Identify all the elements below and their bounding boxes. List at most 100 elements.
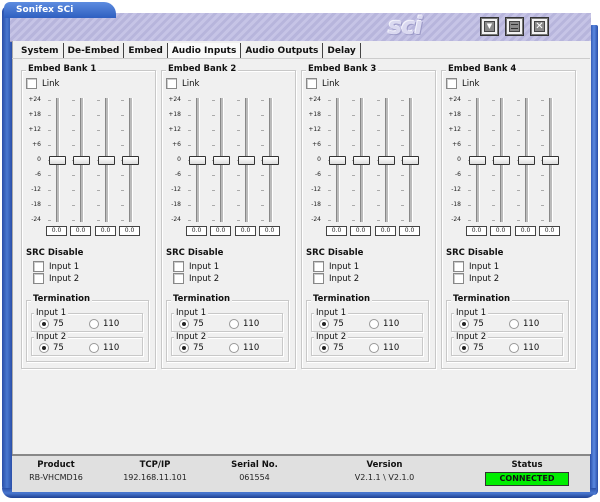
src-disable-input-1-checkbox[interactable]: Input 1: [173, 261, 219, 272]
fader-readout[interactable]: 0.0: [186, 226, 207, 236]
termination-2-radio-75[interactable]: 75: [39, 343, 64, 353]
fader-readout[interactable]: 0.0: [326, 226, 347, 236]
radio-selected-icon[interactable]: [39, 319, 49, 329]
src-disable-input-2-checkbox[interactable]: Input 2: [313, 273, 359, 284]
tab-system[interactable]: System: [17, 43, 64, 58]
fader-readout[interactable]: 0.0: [375, 226, 396, 236]
termination-1-radio-75[interactable]: 75: [39, 319, 64, 329]
checkbox-box[interactable]: [26, 78, 37, 89]
fader-thumb[interactable]: [213, 156, 230, 165]
termination-2-radio-75[interactable]: 75: [459, 343, 484, 353]
fader-readout[interactable]: 0.0: [235, 226, 256, 236]
fader-thumb[interactable]: [353, 156, 370, 165]
fader-readout[interactable]: 0.0: [399, 226, 420, 236]
fader-thumb[interactable]: [122, 156, 139, 165]
fader-readout[interactable]: 0.0: [95, 226, 116, 236]
fader-readout[interactable]: 0.0: [259, 226, 280, 236]
fader-thumb[interactable]: [402, 156, 419, 165]
fader-thumb[interactable]: [493, 156, 510, 165]
link-checkbox[interactable]: Link: [446, 78, 479, 89]
src-disable-input-1-checkbox[interactable]: Input 1: [33, 261, 79, 272]
fader-thumb[interactable]: [329, 156, 346, 165]
src-disable-input-2-checkbox[interactable]: Input 2: [173, 273, 219, 284]
fader-readout[interactable]: 0.0: [46, 226, 67, 236]
src-disable-input-2-checkbox[interactable]: Input 2: [453, 273, 499, 284]
fader-readout[interactable]: 0.0: [515, 226, 536, 236]
tab-audio-outputs[interactable]: Audio Outputs: [241, 43, 324, 58]
link-checkbox[interactable]: Link: [306, 78, 339, 89]
checkbox-box[interactable]: [33, 261, 44, 272]
fader-readout[interactable]: 0.0: [539, 226, 560, 236]
radio-unselected-icon[interactable]: [509, 319, 519, 329]
radio-selected-icon[interactable]: [459, 319, 469, 329]
fader-readout[interactable]: 0.0: [210, 226, 231, 236]
fader-thumb[interactable]: [469, 156, 486, 165]
fader-thumb[interactable]: [49, 156, 66, 165]
radio-selected-icon[interactable]: [319, 343, 329, 353]
fader-readout[interactable]: 0.0: [490, 226, 511, 236]
fader-thumb[interactable]: [542, 156, 559, 165]
fader-thumb[interactable]: [189, 156, 206, 165]
src-disable-input-1-checkbox[interactable]: Input 1: [453, 261, 499, 272]
fader-thumb[interactable]: [238, 156, 255, 165]
fader-thumb[interactable]: [262, 156, 279, 165]
termination-2-radio-75[interactable]: 75: [179, 343, 204, 353]
termination-2-radio-110[interactable]: 110: [509, 343, 539, 353]
radio-unselected-icon[interactable]: [369, 319, 379, 329]
termination-2-radio-110[interactable]: 110: [229, 343, 259, 353]
radio-selected-icon[interactable]: [39, 343, 49, 353]
termination-2-radio-75[interactable]: 75: [319, 343, 344, 353]
tab-de-embed[interactable]: De-Embed: [64, 43, 125, 58]
checkbox-box[interactable]: [33, 273, 44, 284]
close-button[interactable]: ✕: [530, 17, 549, 36]
termination-1-radio-75[interactable]: 75: [319, 319, 344, 329]
fader-thumb[interactable]: [98, 156, 115, 165]
termination-1-radio-75[interactable]: 75: [179, 319, 204, 329]
tab-delay[interactable]: Delay: [323, 43, 361, 58]
maximize-button[interactable]: [505, 17, 524, 36]
radio-selected-icon[interactable]: [179, 319, 189, 329]
fader-tick: [377, 115, 380, 116]
radio-unselected-icon[interactable]: [89, 319, 99, 329]
checkbox-box[interactable]: [446, 78, 457, 89]
fader-readout[interactable]: 0.0: [119, 226, 140, 236]
tab-audio-inputs[interactable]: Audio Inputs: [167, 43, 242, 58]
fader-thumb[interactable]: [518, 156, 535, 165]
termination-1-radio-75[interactable]: 75: [459, 319, 484, 329]
termination-1-radio-110[interactable]: 110: [89, 319, 119, 329]
minimize-to-tray-button[interactable]: ▼: [480, 17, 499, 36]
termination-2-radio-110[interactable]: 110: [369, 343, 399, 353]
checkbox-box[interactable]: [306, 78, 317, 89]
radio-selected-icon[interactable]: [179, 343, 189, 353]
fader-thumb[interactable]: [378, 156, 395, 165]
termination-2-radio-110[interactable]: 110: [89, 343, 119, 353]
tab-embed[interactable]: Embed: [124, 43, 168, 58]
src-disable-input-1-checkbox[interactable]: Input 1: [313, 261, 359, 272]
checkbox-box[interactable]: [173, 261, 184, 272]
fader-readout[interactable]: 0.0: [466, 226, 487, 236]
fader-thumb[interactable]: [73, 156, 90, 165]
fader-readout[interactable]: 0.0: [70, 226, 91, 236]
link-checkbox[interactable]: Link: [166, 78, 199, 89]
radio-unselected-icon[interactable]: [89, 343, 99, 353]
fader-tick: [328, 205, 331, 206]
checkbox-box[interactable]: [453, 261, 464, 272]
termination-1-radio-110[interactable]: 110: [509, 319, 539, 329]
radio-unselected-icon[interactable]: [229, 319, 239, 329]
checkbox-box[interactable]: [453, 273, 464, 284]
termination-1-radio-110[interactable]: 110: [369, 319, 399, 329]
link-checkbox[interactable]: Link: [26, 78, 59, 89]
fader-readout[interactable]: 0.0: [350, 226, 371, 236]
radio-unselected-icon[interactable]: [229, 343, 239, 353]
radio-selected-icon[interactable]: [459, 343, 469, 353]
src-disable-input-2-checkbox[interactable]: Input 2: [33, 273, 79, 284]
checkbox-box[interactable]: [173, 273, 184, 284]
termination-1-radio-110[interactable]: 110: [229, 319, 259, 329]
radio-unselected-icon[interactable]: [509, 343, 519, 353]
radio-selected-icon[interactable]: [319, 319, 329, 329]
radio-unselected-icon[interactable]: [369, 343, 379, 353]
title-bar[interactable]: Sonifex SCi: [4, 2, 116, 18]
checkbox-box[interactable]: [313, 261, 324, 272]
checkbox-box[interactable]: [166, 78, 177, 89]
checkbox-box[interactable]: [313, 273, 324, 284]
